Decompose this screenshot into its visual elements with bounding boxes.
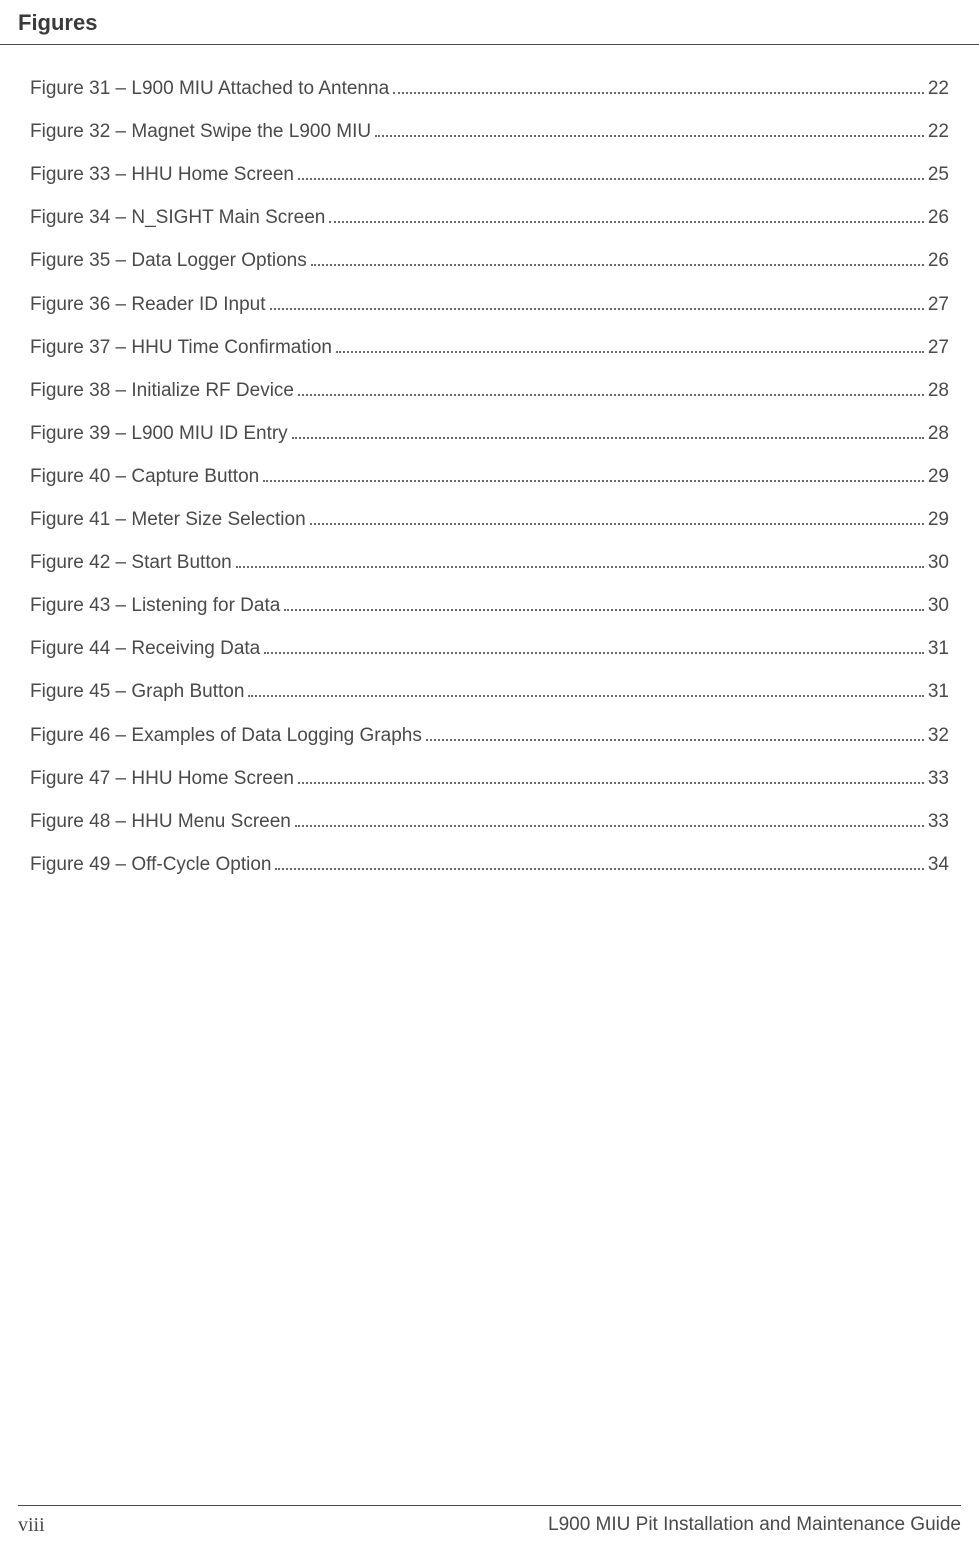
leader-dots <box>264 637 924 654</box>
figure-label: Figure 46 – Examples of Data Logging Gra… <box>30 725 422 747</box>
figure-page: 28 <box>928 380 949 402</box>
document-title: L900 MIU Pit Installation and Maintenanc… <box>548 1514 961 1537</box>
leader-dots <box>329 206 924 223</box>
leader-dots <box>298 767 924 784</box>
figure-page: 22 <box>928 121 949 143</box>
figure-entry: Figure 47 – HHU Home Screen 33 <box>30 767 949 790</box>
figure-page: 22 <box>928 78 949 100</box>
figure-page: 33 <box>928 811 949 833</box>
figure-label: Figure 36 – Reader ID Input <box>30 294 266 316</box>
figure-entry: Figure 48 – HHU Menu Screen 33 <box>30 810 949 833</box>
figure-page: 29 <box>928 509 949 531</box>
figure-entry: Figure 40 – Capture Button 29 <box>30 465 949 488</box>
leader-dots <box>311 249 924 266</box>
figure-label: Figure 38 – Initialize RF Device <box>30 380 294 402</box>
figure-label: Figure 44 – Receiving Data <box>30 638 260 660</box>
figure-entry: Figure 37 – HHU Time Confirmation 27 <box>30 336 949 359</box>
leader-dots <box>263 465 924 482</box>
figure-page: 34 <box>928 854 949 876</box>
figure-label: Figure 48 – HHU Menu Screen <box>30 811 291 833</box>
figure-label: Figure 35 – Data Logger Options <box>30 250 307 272</box>
leader-dots <box>393 77 924 94</box>
figure-page: 32 <box>928 725 949 747</box>
figure-label: Figure 47 – HHU Home Screen <box>30 768 294 790</box>
leader-dots <box>310 508 924 525</box>
leader-dots <box>336 336 924 353</box>
figure-entry: Figure 39 – L900 MIU ID Entry 28 <box>30 422 949 445</box>
figure-entry: Figure 41 – Meter Size Selection 29 <box>30 508 949 531</box>
leader-dots <box>298 379 924 396</box>
figure-entry: Figure 33 – HHU Home Screen 25 <box>30 163 949 186</box>
figure-label: Figure 40 – Capture Button <box>30 466 259 488</box>
page-number: viii <box>18 1514 45 1537</box>
figure-label: Figure 45 – Graph Button <box>30 681 244 703</box>
leader-dots <box>295 810 924 827</box>
figure-label: Figure 42 – Start Button <box>30 552 232 574</box>
figure-label: Figure 34 – N_SIGHT Main Screen <box>30 207 325 229</box>
figure-label: Figure 39 – L900 MIU ID Entry <box>30 423 288 445</box>
figure-page: 26 <box>928 207 949 229</box>
page-footer: viii L900 MIU Pit Installation and Maint… <box>18 1505 961 1537</box>
figure-label: Figure 37 – HHU Time Confirmation <box>30 337 332 359</box>
figure-label: Figure 32 – Magnet Swipe the L900 MIU <box>30 121 371 143</box>
figure-entry: Figure 36 – Reader ID Input 27 <box>30 292 949 315</box>
figure-entry: Figure 49 – Off-Cycle Option 34 <box>30 853 949 876</box>
figure-page: 31 <box>928 638 949 660</box>
leader-dots <box>248 680 923 697</box>
figure-entry: Figure 34 – N_SIGHT Main Screen 26 <box>30 206 949 229</box>
figure-label: Figure 41 – Meter Size Selection <box>30 509 306 531</box>
figure-page: 31 <box>928 681 949 703</box>
figure-entry: Figure 42 – Start Button 30 <box>30 551 949 574</box>
figure-entry: Figure 38 – Initialize RF Device 28 <box>30 379 949 402</box>
figure-entry: Figure 46 – Examples of Data Logging Gra… <box>30 723 949 746</box>
figure-label: Figure 33 – HHU Home Screen <box>30 164 294 186</box>
figure-page: 30 <box>928 595 949 617</box>
leader-dots <box>426 723 924 740</box>
figure-label: Figure 43 – Listening for Data <box>30 595 280 617</box>
figure-entry: Figure 31 – L900 MIU Attached to Antenna… <box>30 77 949 100</box>
page-header: Figures <box>0 0 979 45</box>
figure-page: 25 <box>928 164 949 186</box>
figure-page: 30 <box>928 552 949 574</box>
figure-entry: Figure 45 – Graph Button 31 <box>30 680 949 703</box>
leader-dots <box>284 594 924 611</box>
leader-dots <box>275 853 923 870</box>
leader-dots <box>236 551 924 568</box>
leader-dots <box>298 163 924 180</box>
figure-page: 27 <box>928 294 949 316</box>
figures-list: Figure 31 – L900 MIU Attached to Antenna… <box>0 77 979 876</box>
figure-page: 29 <box>928 466 949 488</box>
leader-dots <box>270 292 924 309</box>
figure-page: 28 <box>928 423 949 445</box>
figure-entry: Figure 44 – Receiving Data 31 <box>30 637 949 660</box>
figure-entry: Figure 43 – Listening for Data 30 <box>30 594 949 617</box>
figure-page: 26 <box>928 250 949 272</box>
figure-label: Figure 31 – L900 MIU Attached to Antenna <box>30 78 389 100</box>
figure-page: 33 <box>928 768 949 790</box>
figure-page: 27 <box>928 337 949 359</box>
figure-label: Figure 49 – Off-Cycle Option <box>30 854 271 876</box>
figure-entry: Figure 32 – Magnet Swipe the L900 MIU 22 <box>30 120 949 143</box>
figure-entry: Figure 35 – Data Logger Options 26 <box>30 249 949 272</box>
leader-dots <box>375 120 924 137</box>
section-title: Figures <box>18 10 961 36</box>
leader-dots <box>292 422 924 439</box>
